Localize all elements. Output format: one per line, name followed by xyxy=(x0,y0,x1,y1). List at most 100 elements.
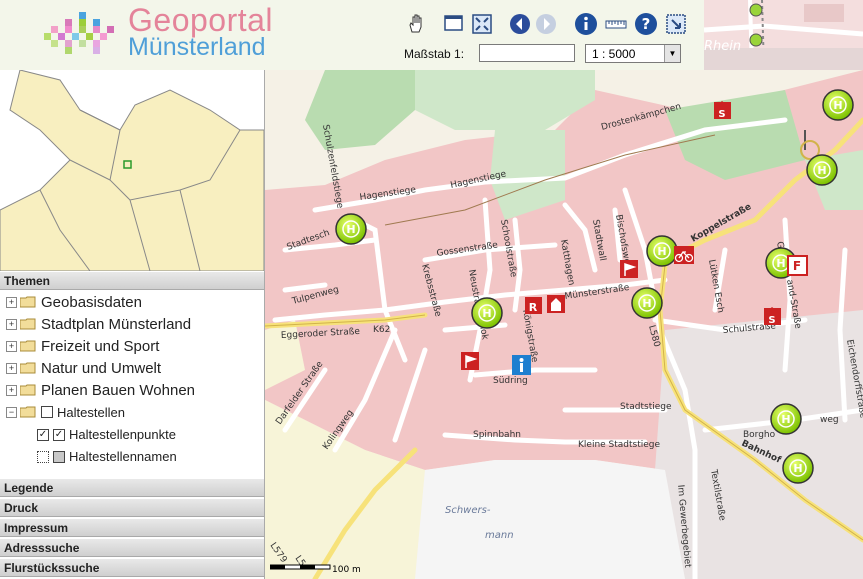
svg-text:H: H xyxy=(793,462,802,475)
fire-station-icon[interactable]: F xyxy=(787,255,808,276)
forward-arrow-icon[interactable] xyxy=(534,12,558,36)
full-extent-icon[interactable] xyxy=(470,12,494,36)
street-label: weg xyxy=(820,415,839,425)
flag-icon[interactable] xyxy=(620,260,638,278)
svg-text:H: H xyxy=(776,257,785,270)
svg-text:R: R xyxy=(529,301,538,314)
bus-stop-icon[interactable]: H xyxy=(822,89,854,121)
bicycle-icon[interactable] xyxy=(674,246,694,264)
tree-item-geobasisdaten[interactable]: + Geobasisdaten xyxy=(6,292,142,312)
header: Geoportal Münsterland ? Maßstab 1: 1 : 5… xyxy=(0,0,863,71)
bus-stop-icon[interactable]: H xyxy=(806,154,838,186)
app-subtitle: Münsterland xyxy=(128,33,266,61)
tree-item-haltestellenpunkte[interactable]: ✓ ✓ Haltestellenpunkte xyxy=(37,427,176,442)
tree-label: Natur und Umwelt xyxy=(41,359,162,377)
print-area-icon[interactable] xyxy=(664,12,688,36)
tree-label: Haltestellennamen xyxy=(69,449,177,464)
back-arrow-icon[interactable] xyxy=(508,12,532,36)
haltestellennamen-visible-checkbox[interactable] xyxy=(53,450,65,463)
school-icon[interactable]: S xyxy=(764,307,781,326)
panel-adresssuche[interactable]: Adresssuche xyxy=(0,538,264,557)
tourist-info-icon[interactable] xyxy=(512,355,531,375)
expand-icon[interactable]: + xyxy=(6,384,17,396)
folder-icon xyxy=(20,318,36,330)
panel-flurstueckssuche[interactable]: Flurstückssuche xyxy=(0,558,264,577)
layer-tree: + Geobasisdaten + Stadtplan Münsterland … xyxy=(0,292,264,468)
street-label: Kleine Stadtstiege xyxy=(578,440,661,450)
bus-stop-icon[interactable]: H xyxy=(782,452,814,484)
thumb-label: Rhein xyxy=(704,39,741,54)
scale-input[interactable] xyxy=(479,44,575,62)
collapse-icon[interactable]: − xyxy=(6,406,17,418)
tree-item-stadtplan[interactable]: + Stadtplan Münsterland xyxy=(6,314,191,334)
street-label: Stadtstiege xyxy=(620,402,672,412)
scale-label: Maßstab 1: xyxy=(404,47,465,61)
info-icon[interactable] xyxy=(574,12,598,36)
pan-hand-icon[interactable] xyxy=(404,12,428,36)
haltestellennamen-checkbox[interactable] xyxy=(37,450,49,463)
expand-icon[interactable]: + xyxy=(6,296,17,308)
expand-icon[interactable]: + xyxy=(6,318,17,330)
tree-item-planen[interactable]: + Planen Bauen Wohnen xyxy=(6,380,195,400)
tree-label: Stadtplan Münsterland xyxy=(41,315,192,333)
folder-icon xyxy=(20,296,36,308)
expand-icon[interactable]: + xyxy=(6,340,17,352)
tree-item-haltestellen[interactable]: − Haltestellen xyxy=(6,402,125,422)
tree-item-natur[interactable]: + Natur und Umwelt xyxy=(6,358,161,378)
tree-item-freizeit[interactable]: + Freizeit und Sport xyxy=(6,336,159,356)
school-icon[interactable]: S xyxy=(714,101,731,120)
svg-text:H: H xyxy=(781,413,790,426)
tree-label: Geobasisdaten xyxy=(41,293,142,311)
street-label: Borgho xyxy=(743,430,776,440)
bus-stop-icon[interactable]: H xyxy=(646,235,678,267)
svg-text:H: H xyxy=(346,223,355,236)
svg-text:S: S xyxy=(718,109,725,120)
church-icon[interactable] xyxy=(547,295,565,313)
svg-text:?: ? xyxy=(642,15,651,33)
svg-text:H: H xyxy=(817,164,826,177)
panel-themen[interactable]: Themen xyxy=(0,271,264,290)
street-label: Spinnbahn xyxy=(473,430,521,440)
zoom-box-icon[interactable] xyxy=(442,12,466,36)
street-label: K62 xyxy=(373,325,390,335)
chevron-down-icon[interactable]: ▼ xyxy=(664,45,680,62)
place-label: mann xyxy=(485,530,514,541)
help-icon[interactable]: ? xyxy=(634,12,658,36)
svg-text:H: H xyxy=(642,297,651,310)
svg-text:H: H xyxy=(833,99,842,112)
overview-map[interactable] xyxy=(0,70,264,272)
tree-item-haltestellennamen[interactable]: Haltestellennamen xyxy=(37,449,177,464)
folder-icon xyxy=(20,384,36,396)
scale-bar-label: 100 m xyxy=(332,565,361,575)
thumbnail-map[interactable]: Rhein xyxy=(704,0,863,70)
measure-icon[interactable] xyxy=(604,12,628,36)
bus-stop-icon[interactable]: H xyxy=(471,297,503,329)
bus-stop-icon[interactable]: H xyxy=(770,403,802,435)
haltestellenpunkte-checkbox[interactable]: ✓ xyxy=(37,428,49,441)
folder-icon xyxy=(20,340,36,352)
svg-text:F: F xyxy=(793,259,801,273)
flag-icon[interactable] xyxy=(461,352,479,370)
scale-select[interactable]: 1 : 5000 ▼ xyxy=(585,44,681,63)
panel-impressum[interactable]: Impressum xyxy=(0,518,264,537)
scale-select-value: 1 : 5000 xyxy=(592,47,636,61)
place-label: Schwers- xyxy=(445,505,491,516)
tree-label: Freizeit und Sport xyxy=(41,337,160,355)
bus-stop-icon[interactable]: H xyxy=(631,287,663,319)
haltestellenpunkte-visible-checkbox[interactable]: ✓ xyxy=(53,428,65,441)
bus-stop-icon[interactable]: H xyxy=(335,213,367,245)
svg-text:H: H xyxy=(482,307,491,320)
tree-label: Haltestellen xyxy=(57,404,125,420)
haltestellen-checkbox[interactable] xyxy=(41,406,53,418)
svg-text:H: H xyxy=(657,245,666,258)
town-hall-icon[interactable]: R xyxy=(525,297,542,314)
street-label: Südring xyxy=(493,376,528,386)
panel-druck[interactable]: Druck xyxy=(0,498,264,517)
map-view[interactable]: Drostenkämpchen Hagenstiege Hagenstiege … xyxy=(265,70,863,579)
panel-legende[interactable]: Legende xyxy=(0,478,264,497)
expand-icon[interactable]: + xyxy=(6,362,17,374)
tree-label: Haltestellenpunkte xyxy=(69,427,176,442)
logo-icon xyxy=(44,12,114,56)
svg-text:S: S xyxy=(768,315,775,326)
folder-open-icon xyxy=(20,406,36,418)
